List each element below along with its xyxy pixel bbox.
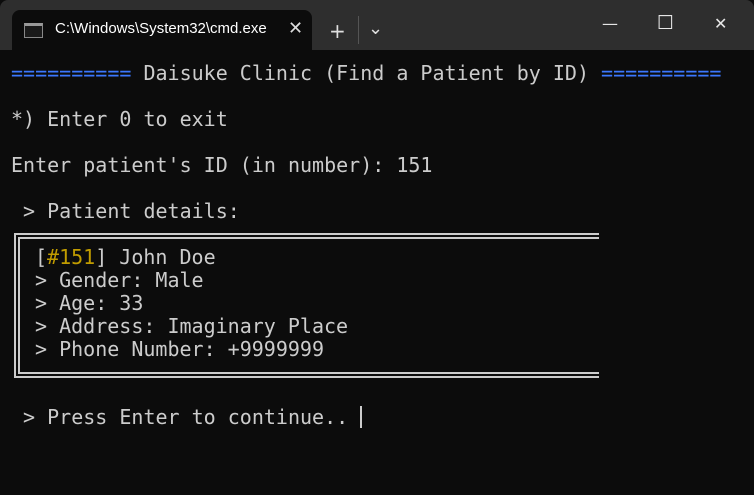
header-line: ========== Daisuke Clinic (Find a Patien…	[11, 62, 721, 85]
continue-prompt: > Press Enter to continue..	[11, 405, 361, 429]
maximize-button[interactable]: ☐	[657, 12, 674, 34]
patient-age: > Age: 33	[35, 291, 144, 315]
terminal-window: C:\Windows\System32\cmd.exe ✕ + ⌄ — ☐ ✕ …	[0, 0, 754, 495]
id-prompt: Enter patient's ID (in number): 151	[11, 153, 433, 177]
patient-id: #151	[47, 245, 96, 269]
details-label: > Patient details:	[11, 199, 240, 223]
bracket: [	[35, 245, 48, 269]
new-tab-button[interactable]: +	[329, 19, 346, 43]
close-button[interactable]: ✕	[714, 14, 727, 33]
divider	[358, 16, 359, 44]
exit-hint: *) Enter 0 to exit	[11, 107, 228, 131]
patient-name: ] John Doe	[95, 245, 216, 269]
terminal-output[interactable]: ========== Daisuke Clinic (Find a Patien…	[0, 50, 754, 495]
continue-line: > Press Enter to continue..	[11, 405, 363, 429]
tab-title: C:\Windows\System32\cmd.exe	[55, 20, 267, 37]
header-bar-left: ==========	[11, 61, 132, 85]
tab-cmd[interactable]: C:\Windows\System32\cmd.exe ✕	[12, 10, 312, 50]
cmd-icon	[24, 23, 43, 38]
header-title: Daisuke Clinic (Find a Patient by ID)	[131, 61, 602, 85]
patient-name-line: [#151] John Doe	[35, 246, 216, 269]
tab-close-icon[interactable]: ✕	[288, 18, 303, 39]
patient-address: > Address: Imaginary Place	[35, 314, 349, 338]
dropdown-chevron-icon[interactable]: ⌄	[368, 18, 383, 39]
patient-phone: > Phone Number: +9999999	[35, 337, 324, 361]
header-bar-right: ==========	[601, 61, 722, 85]
minimize-button[interactable]: —	[602, 14, 618, 33]
text-cursor	[360, 406, 363, 428]
title-bar: C:\Windows\System32\cmd.exe ✕ + ⌄ — ☐ ✕	[0, 0, 754, 50]
patient-gender: > Gender: Male	[35, 268, 204, 292]
